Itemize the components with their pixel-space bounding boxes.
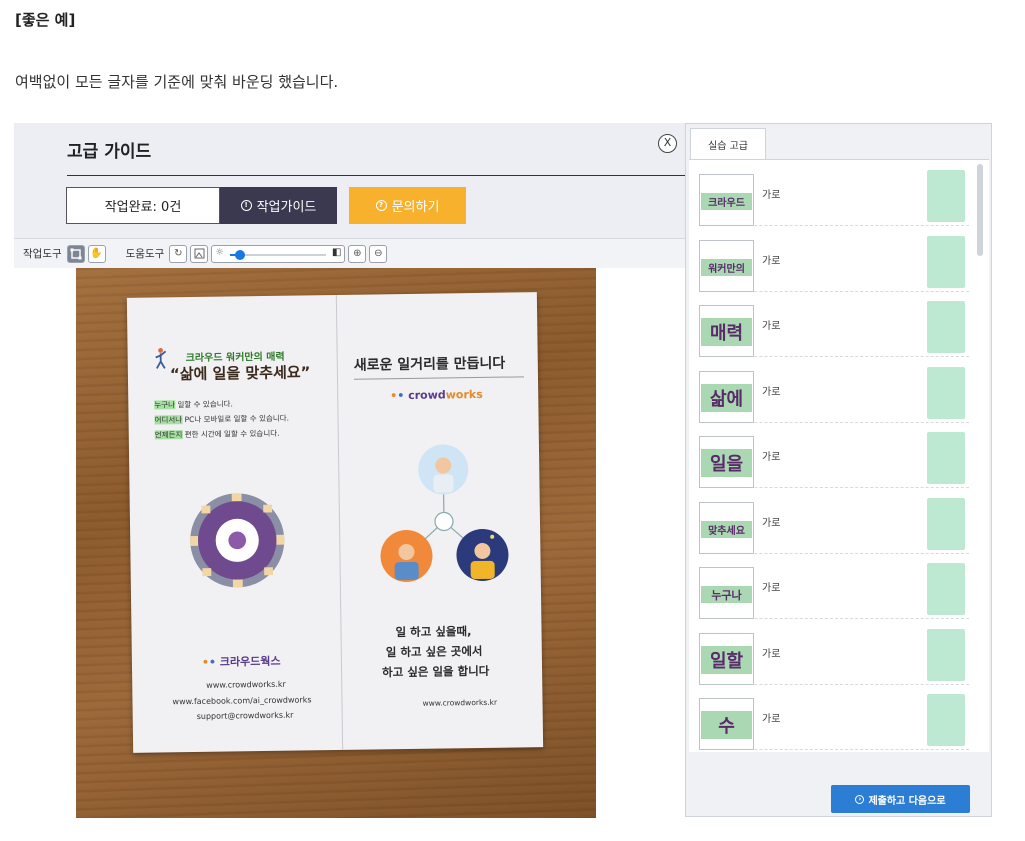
annotation-row[interactable]: 누구나 가로 xyxy=(699,553,969,619)
toolbar: 작업도구 ✋ 도움도구 ↻ ☼ ◧ ⊕ ⊖ xyxy=(14,238,687,268)
help-tools-label: 도움도구 xyxy=(125,248,165,260)
text-input-box[interactable] xyxy=(927,497,965,550)
worker-wheel-illustration xyxy=(190,493,285,588)
direction-label: 가로 xyxy=(762,583,781,594)
direction-label: 가로 xyxy=(762,714,781,725)
text-input-box[interactable] xyxy=(927,563,965,615)
flyer-brand: •• 크라우드웍스 xyxy=(201,654,281,669)
zoom-in-icon[interactable]: ⊕ xyxy=(348,244,367,263)
brightness-icon: ☼ xyxy=(215,246,225,258)
annotation-row[interactable]: 일할 가로 xyxy=(699,619,969,685)
text-input-box[interactable] xyxy=(927,628,965,681)
text-input-box[interactable] xyxy=(927,301,965,353)
crop-thumbnail: 워커만의 xyxy=(699,239,754,292)
question-icon: ? xyxy=(375,200,387,211)
close-icon[interactable]: X xyxy=(658,134,677,153)
person-icon xyxy=(155,348,167,369)
info-icon: ! xyxy=(240,200,252,211)
direction-label: 가로 xyxy=(762,648,781,660)
direction-label: 가로 xyxy=(762,517,781,529)
annotation-row[interactable]: 수 가로 xyxy=(699,684,969,750)
hand-tool-icon[interactable]: ✋ xyxy=(87,244,106,263)
crop-thumbnail: 일을 xyxy=(699,436,754,488)
flyer-url: www.crowdworks.kr xyxy=(206,679,286,690)
scrollbar[interactable] xyxy=(977,164,983,256)
annotation-row[interactable]: 매력 가로 xyxy=(699,291,969,357)
annotation-row[interactable]: 삶에 가로 xyxy=(699,357,969,423)
flyer-line: 누구나 일할 수 있습니다. xyxy=(154,399,233,410)
annotation-panel: 실습 고급 크라우드 가로 워커만의 가로 매력 가로 삶에 가로 일을 가로 맞추세요 가로 누구나 가… xyxy=(685,123,992,817)
crop-word: 워커만의 xyxy=(701,258,752,276)
direction-label: 가로 xyxy=(762,386,781,398)
flyer-web: www.crowdworks.kr xyxy=(422,697,498,708)
crop-thumbnail: 맞추세요 xyxy=(699,501,754,554)
inquiry-label: 문의하기 xyxy=(391,200,440,215)
work-done-button[interactable]: 작업완료: 0건 xyxy=(66,187,220,224)
crop-word: 수 xyxy=(701,711,752,739)
contrast-icon: ◧ xyxy=(331,246,342,258)
slider-knob[interactable] xyxy=(235,249,246,260)
flyer-right-title: 새로운 일거리를 만듭니다 xyxy=(353,355,506,374)
direction-label: 가로 xyxy=(762,321,781,332)
crop-thumbnail: 누구나 xyxy=(699,567,754,619)
bounding-box-tool-icon[interactable] xyxy=(66,244,85,263)
flyer-line: 언제든지 편한 시간에 일할 수 있습니다. xyxy=(154,428,280,440)
text-input-box[interactable] xyxy=(927,432,965,484)
rotate-icon[interactable]: ↻ xyxy=(169,244,188,263)
crop-word: 삶에 xyxy=(701,383,752,412)
flyer-slogan-line: 하고 싶은 일을 합니다 xyxy=(381,663,490,680)
crowdworks-logo: •• crowdworks xyxy=(390,387,483,403)
annotation-row[interactable]: 크라우드 가로 xyxy=(699,160,969,226)
annotation-row[interactable]: 맞추세요 가로 xyxy=(699,488,969,554)
crop-word: 맞추세요 xyxy=(701,520,752,538)
document-photo[interactable]: 크라우드 워커만의 매력 “삶에 일을 맞추세요” 누구나 일할 수 있습니다.… xyxy=(76,268,596,818)
crop-word: 일을 xyxy=(701,449,752,477)
text-input-box[interactable] xyxy=(927,366,965,419)
flyer-line: 어디서나 PC나 모바일로 일할 수 있습니다. xyxy=(154,413,290,425)
submit-label: 제출하고 다음으로 xyxy=(868,795,946,807)
direction-label: 가로 xyxy=(762,452,781,463)
work-guide-label: 작업가이드 xyxy=(256,200,317,215)
crop-thumbnail: 삶에 xyxy=(699,370,754,423)
crop-thumbnail: 크라우드 xyxy=(699,174,754,226)
flyer-headline: “삶에 일을 맞추세요” xyxy=(169,363,311,384)
text-input-box[interactable] xyxy=(927,694,965,746)
submit-next-button[interactable]: › 제출하고 다음으로 xyxy=(831,785,970,813)
crop-word: 매력 xyxy=(701,318,752,346)
flyer-slogan-line: 일 하고 싶은 곳에서 xyxy=(385,643,483,660)
flyer-url: www.facebook.com/ai_crowdworks xyxy=(172,695,312,707)
image-icon[interactable] xyxy=(190,244,209,263)
flyer: 크라우드 워커만의 매력 “삶에 일을 맞추세요” 누구나 일할 수 있습니다.… xyxy=(126,292,544,753)
flyer-url: support@crowdworks.kr xyxy=(196,710,294,721)
page-description: 여백없이 모든 글자를 기준에 맞춰 바운딩 했습니다. xyxy=(15,73,339,91)
flyer-slogan-line: 일 하고 싶을때, xyxy=(395,624,472,640)
work-tools-label: 작업도구 xyxy=(23,248,62,260)
people-illustration xyxy=(380,444,509,583)
annotation-row[interactable]: 일을 가로 xyxy=(699,422,969,488)
page-heading: [좋은 예] xyxy=(15,11,76,29)
next-icon: › xyxy=(855,794,865,804)
tool-title: 고급 가이드 xyxy=(67,142,152,162)
brightness-slider[interactable]: ☼ ◧ xyxy=(211,244,346,263)
crop-thumbnail: 일할 xyxy=(699,632,754,685)
crop-word: 일할 xyxy=(701,645,752,674)
tab-practice-advanced[interactable]: 실습 고급 xyxy=(690,128,766,160)
direction-label: 가로 xyxy=(762,190,781,201)
annotation-list: 크라우드 가로 워커만의 가로 매력 가로 삶에 가로 일을 가로 맞추세요 가로 누구나 가로 일할 가로 수… xyxy=(689,159,989,752)
crop-thumbnail: 수 xyxy=(699,698,754,750)
inquiry-button[interactable]: ? 문의하기 xyxy=(349,187,466,224)
zoom-out-icon[interactable]: ⊖ xyxy=(369,244,388,263)
direction-label: 가로 xyxy=(762,255,781,267)
crop-word: 크라우드 xyxy=(701,193,752,210)
annotation-row[interactable]: 워커만의 가로 xyxy=(699,226,969,292)
crop-thumbnail: 매력 xyxy=(699,305,754,357)
crop-word: 누구나 xyxy=(701,586,752,603)
text-input-box[interactable] xyxy=(927,235,965,288)
work-done-label: 작업완료: 0건 xyxy=(104,200,182,215)
text-input-box[interactable] xyxy=(927,170,965,222)
work-guide-button[interactable]: ! 작업가이드 xyxy=(220,187,337,224)
title-divider xyxy=(67,175,687,176)
